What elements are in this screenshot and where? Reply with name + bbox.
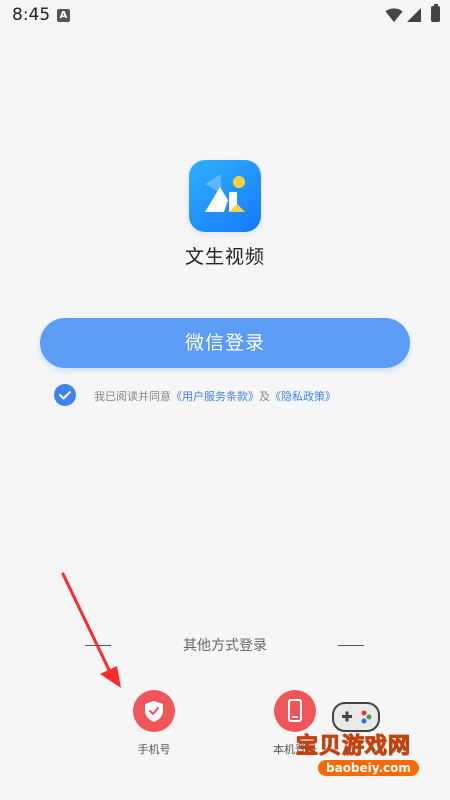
wifi-icon (385, 8, 403, 22)
phone-login-button[interactable] (133, 690, 175, 732)
privacy-link[interactable]: 《隐私政策》 (270, 390, 336, 403)
app-logo-icon (205, 174, 245, 212)
divider-line-right (338, 645, 364, 646)
app-name: 文生视频 (184, 246, 265, 268)
red-arrow-annotation (61, 572, 121, 688)
wechat-login-button[interactable]: 微信登录 (40, 318, 410, 368)
gamepad-buttons-icon (342, 710, 372, 724)
check-icon (59, 391, 71, 400)
signal-icon (407, 8, 421, 22)
agreement-conjunction: 及 (259, 390, 270, 403)
watermark-title: 宝贝游戏网 (295, 734, 412, 760)
notification-icon: A (57, 9, 70, 22)
phone-login-label: 手机号 (137, 743, 171, 756)
battery-icon (431, 4, 440, 22)
status-time: 8:45 (12, 5, 51, 25)
watermark-url: baobeiy.com (318, 760, 419, 776)
status-bar: 8:45 A (0, 0, 450, 32)
agreement-prefix: 我已阅读并同意 (94, 390, 171, 403)
agreement-text: 我已阅读并同意《用户服务条款》及《隐私政策》 (94, 388, 336, 404)
watermark-logo: 宝贝游戏网 baobeiy.com (295, 700, 446, 785)
app-logo (189, 160, 261, 232)
shield-check-icon (145, 701, 163, 722)
terms-link[interactable]: 《用户服务条款》 (171, 390, 259, 403)
agreement-checkbox[interactable] (54, 384, 76, 406)
